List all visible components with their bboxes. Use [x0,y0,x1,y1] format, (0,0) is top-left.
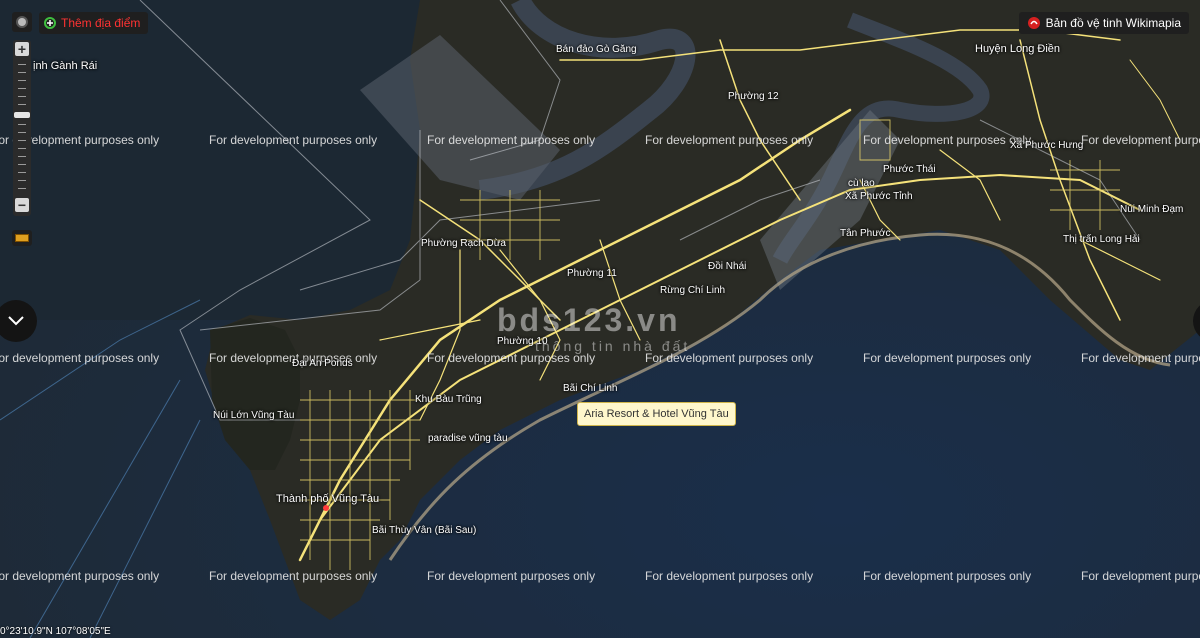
site-logo-tagline: thông tin nhà đất [535,338,691,354]
gear-icon [18,18,26,26]
dev-watermark: For development purposes only [427,569,596,583]
dev-watermark: For development purposes only [0,351,160,365]
settings-button[interactable] [12,12,32,32]
place-label[interactable]: Thị trấn Long Hải [1063,234,1140,245]
place-label[interactable]: Núi Minh Đạm [1120,204,1183,215]
place-label[interactable]: ịnh Gành Rái [33,60,97,72]
place-label[interactable]: Đại An Ponds [292,358,353,369]
ruler-icon [15,234,29,242]
place-label[interactable]: Phường Rạch Dừa [421,238,506,249]
place-label[interactable]: Bãi Chí Linh [563,383,617,394]
dev-watermark: For development purposes only [209,133,378,147]
place-label[interactable]: paradise vũng tàu [428,433,508,444]
place-label[interactable]: Đồi Nhái [708,261,746,272]
place-label[interactable]: Khu Bàu Trũng [415,394,482,405]
zoom-out-icon[interactable]: − [15,198,29,212]
place-label[interactable]: Bán đảo Gò Găng [556,44,637,55]
dev-watermark: For development purposes only [863,351,1032,365]
coordinates-readout: 0°23'10.9"N 107°08'05"E [0,626,111,637]
dev-watermark: For development purposes only [1081,569,1200,583]
zoom-control[interactable]: + − [13,40,31,216]
place-label[interactable]: Phường 11 [567,268,617,279]
place-label[interactable]: Huyện Long Điền [975,43,1060,55]
satellite-map-button[interactable]: Bản đồ vệ tinh Wikimapia [1018,12,1189,34]
place-label[interactable]: Bãi Thùy Vân (Bãi Sau) [372,525,476,536]
add-place-button[interactable]: Thêm địa điểm [39,12,149,34]
dev-watermark: For development purposes only [863,569,1032,583]
place-label[interactable]: Xã Phước Tỉnh [845,191,913,202]
place-label[interactable]: Xã Phước Hưng [1010,140,1083,151]
chevron-down-icon [8,316,24,326]
place-tooltip[interactable]: Aria Resort & Hotel Vũng Tàu [577,402,736,426]
place-label[interactable]: Phước Thái [883,164,936,175]
satellite-map-label: Bản đồ vệ tinh Wikimapia [1045,16,1181,30]
site-logo-watermark: bds123.vn [497,302,681,338]
dev-watermark: For development purposes only [645,133,814,147]
dev-watermark: For development purposes only [863,133,1032,147]
zoom-in-icon[interactable]: + [15,42,29,56]
dev-watermark: For development purposes only [209,569,378,583]
place-label[interactable]: Núi Lớn Vũng Tàu [213,410,294,421]
place-label[interactable]: Phường 12 [728,91,779,102]
dev-watermark: For development purposes only [0,569,160,583]
dev-watermark: For development purposes only [1081,133,1200,147]
bay-area [0,0,440,320]
add-place-label: Thêm địa điểm [61,16,141,30]
add-place-icon [44,17,56,29]
dev-watermark: For development purposes only [645,569,814,583]
satellite-logo-icon [1027,17,1040,29]
dev-watermark: For development purposes only [427,133,596,147]
dev-watermark: For development purposes only [1081,351,1200,365]
zoom-slider-handle[interactable] [14,112,30,118]
place-label[interactable]: Rừng Chí Linh [660,285,725,296]
place-label[interactable]: cù lao [848,178,875,189]
place-label[interactable]: Tân Phước [840,228,891,239]
place-label[interactable]: Thành phố Vũng Tàu [276,493,379,505]
ruler-button[interactable] [12,230,32,246]
location-marker[interactable] [323,505,329,511]
